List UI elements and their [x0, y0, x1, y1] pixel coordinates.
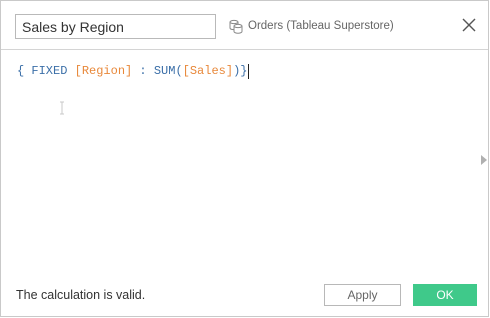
- token-field-region: [Region]: [74, 64, 133, 78]
- ibeam-cursor-icon: [60, 101, 64, 115]
- close-icon: [462, 18, 476, 32]
- datasource-label: Orders (Tableau Superstore): [248, 20, 394, 32]
- token-field-sales: [Sales]: [182, 64, 234, 78]
- calculation-name-input[interactable]: [15, 14, 216, 39]
- token-keyword-fixed: FIXED: [31, 64, 68, 78]
- text-caret: [248, 64, 250, 79]
- datasource-indicator: Orders (Tableau Superstore): [228, 16, 394, 36]
- ok-button[interactable]: OK: [413, 284, 477, 306]
- dialog-header: Orders (Tableau Superstore): [1, 1, 488, 50]
- triangle-right-icon[interactable]: [480, 154, 488, 166]
- formula-line[interactable]: { FIXED [Region] : SUM([Sales])}: [17, 64, 250, 79]
- formula-editor[interactable]: { FIXED [Region] : SUM([Sales])}: [1, 51, 488, 271]
- close-button[interactable]: [460, 16, 478, 34]
- linked-datasource-icon: [229, 19, 243, 34]
- token-close: )}: [233, 64, 248, 78]
- token-function-sum: SUM(: [153, 64, 183, 78]
- apply-button[interactable]: Apply: [324, 284, 401, 306]
- token-open-brace: {: [17, 64, 32, 78]
- validation-status: The calculation is valid.: [16, 288, 146, 302]
- calculation-dialog: Orders (Tableau Superstore) { FIXED [Reg…: [0, 0, 489, 317]
- token-colon: :: [132, 64, 154, 78]
